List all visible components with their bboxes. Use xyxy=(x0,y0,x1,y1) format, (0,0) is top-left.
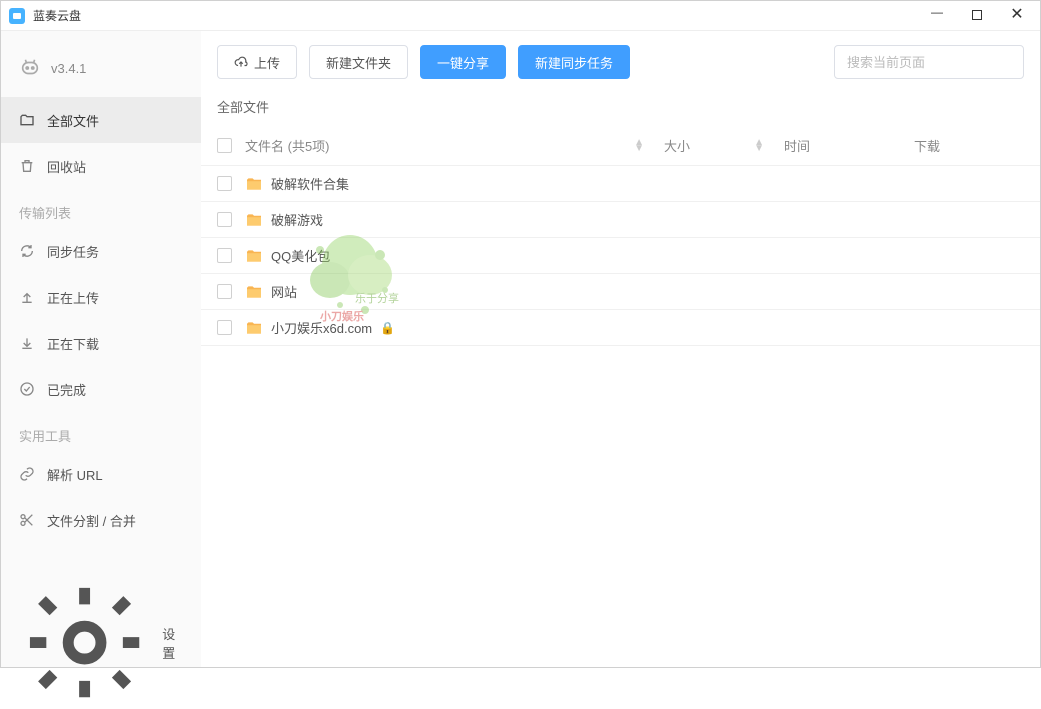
lock-icon: 🔒 xyxy=(380,321,395,335)
table-row[interactable]: QQ美化包 xyxy=(201,238,1040,274)
file-name: 破解软件合集 xyxy=(271,174,349,193)
sidebar-item-label: 同步任务 xyxy=(47,242,99,261)
upload-button[interactable]: 上传 xyxy=(217,45,297,79)
sidebar-item-uploading[interactable]: 正在上传 xyxy=(1,274,201,320)
sidebar-item-label: 全部文件 xyxy=(47,111,99,130)
newfolder-button[interactable]: 新建文件夹 xyxy=(309,45,408,79)
sidebar-item-label: 文件分割 / 合并 xyxy=(47,511,136,530)
file-name: 小刀娱乐x6d.com xyxy=(271,318,372,337)
table-row[interactable]: 小刀娱乐x6d.com 🔒 xyxy=(201,310,1040,346)
sidebar-item-label: 回收站 xyxy=(47,157,86,176)
sidebar-item-downloading[interactable]: 正在下载 xyxy=(1,320,201,366)
download-icon xyxy=(19,335,35,351)
sync-icon xyxy=(19,243,35,259)
folder-icon xyxy=(19,112,35,128)
table-row[interactable]: 破解游戏 xyxy=(201,202,1040,238)
sidebar-item-label: 正在上传 xyxy=(47,288,99,307)
sync-label: 新建同步任务 xyxy=(535,53,613,72)
folder-icon xyxy=(245,321,263,335)
section-tools: 实用工具 xyxy=(1,412,201,451)
folder-icon xyxy=(245,285,263,299)
header-name[interactable]: 文件名 (共5项) ▲▼ xyxy=(245,136,664,155)
version-label: v3.4.1 xyxy=(51,61,86,76)
section-transfer: 传输列表 xyxy=(1,189,201,228)
upload-icon xyxy=(19,289,35,305)
search-input[interactable] xyxy=(834,45,1024,79)
file-name: 破解游戏 xyxy=(271,210,323,229)
header-time[interactable]: 时间 xyxy=(784,136,914,155)
upload-label: 上传 xyxy=(254,53,280,72)
folder-icon xyxy=(245,177,263,191)
sidebar-item-parseurl[interactable]: 解析 URL xyxy=(1,451,201,497)
table-row[interactable]: 破解软件合集 xyxy=(201,166,1040,202)
check-circle-icon xyxy=(19,381,35,397)
sidebar-item-split[interactable]: 文件分割 / 合并 xyxy=(1,497,201,543)
newsync-button[interactable]: 新建同步任务 xyxy=(518,45,630,79)
cloud-upload-icon xyxy=(234,55,248,69)
breadcrumb[interactable]: 全部文件 xyxy=(201,93,1040,126)
settings-label: 设置 xyxy=(162,624,183,662)
row-checkbox[interactable] xyxy=(217,176,232,191)
link-icon xyxy=(19,466,35,482)
gear-icon xyxy=(19,577,150,708)
main-panel: 上传 新建文件夹 一键分享 新建同步任务 全部文件 文件名 (共5项) ▲▼ xyxy=(201,31,1040,667)
sidebar-item-allfiles[interactable]: 全部文件 xyxy=(1,97,201,143)
row-checkbox[interactable] xyxy=(217,248,232,263)
sidebar-item-label: 已完成 xyxy=(47,380,86,399)
sidebar: v3.4.1 全部文件 回收站 传输列表 同步任务 正在上传 正在下载 已完成 … xyxy=(1,31,201,667)
titlebar: 蓝奏云盘 — ✕ xyxy=(1,1,1040,31)
minimize-button[interactable]: — xyxy=(928,5,946,20)
row-checkbox[interactable] xyxy=(217,320,232,335)
table-row[interactable]: 网站 xyxy=(201,274,1040,310)
sort-icon: ▲▼ xyxy=(754,140,764,152)
sidebar-item-sync[interactable]: 同步任务 xyxy=(1,228,201,274)
maximize-button[interactable] xyxy=(968,8,986,23)
share-label: 一键分享 xyxy=(437,53,489,72)
sidebar-item-done[interactable]: 已完成 xyxy=(1,366,201,412)
window-controls: — ✕ xyxy=(928,8,1032,23)
share-button[interactable]: 一键分享 xyxy=(420,45,506,79)
sidebar-item-recycle[interactable]: 回收站 xyxy=(1,143,201,189)
sidebar-item-label: 解析 URL xyxy=(47,465,103,484)
row-checkbox[interactable] xyxy=(217,284,232,299)
sidebar-item-label: 正在下载 xyxy=(47,334,99,353)
newfolder-label: 新建文件夹 xyxy=(326,53,391,72)
row-checkbox[interactable] xyxy=(217,212,232,227)
folder-icon xyxy=(245,213,263,227)
folder-icon xyxy=(245,249,263,263)
header-size[interactable]: 大小 ▲▼ xyxy=(664,136,784,155)
close-button[interactable]: ✕ xyxy=(1008,8,1026,23)
version-row[interactable]: v3.4.1 xyxy=(1,49,201,97)
sort-icon: ▲▼ xyxy=(634,140,644,152)
select-all-checkbox[interactable] xyxy=(217,138,232,153)
trash-icon xyxy=(19,158,35,174)
avatar-icon xyxy=(19,57,41,79)
file-name: QQ美化包 xyxy=(271,246,330,265)
header-download[interactable]: 下载 xyxy=(914,136,1024,155)
app-title: 蓝奏云盘 xyxy=(33,7,81,24)
app-icon xyxy=(9,8,25,24)
file-table: 文件名 (共5项) ▲▼ 大小 ▲▼ 时间 下载 破解软件合集 破解游戏 xyxy=(201,126,1040,667)
file-name: 网站 xyxy=(271,282,297,301)
sidebar-item-settings[interactable]: 设置 xyxy=(1,619,201,667)
toolbar: 上传 新建文件夹 一键分享 新建同步任务 xyxy=(201,31,1040,93)
scissors-icon xyxy=(19,512,35,528)
table-header: 文件名 (共5项) ▲▼ 大小 ▲▼ 时间 下载 xyxy=(201,126,1040,166)
